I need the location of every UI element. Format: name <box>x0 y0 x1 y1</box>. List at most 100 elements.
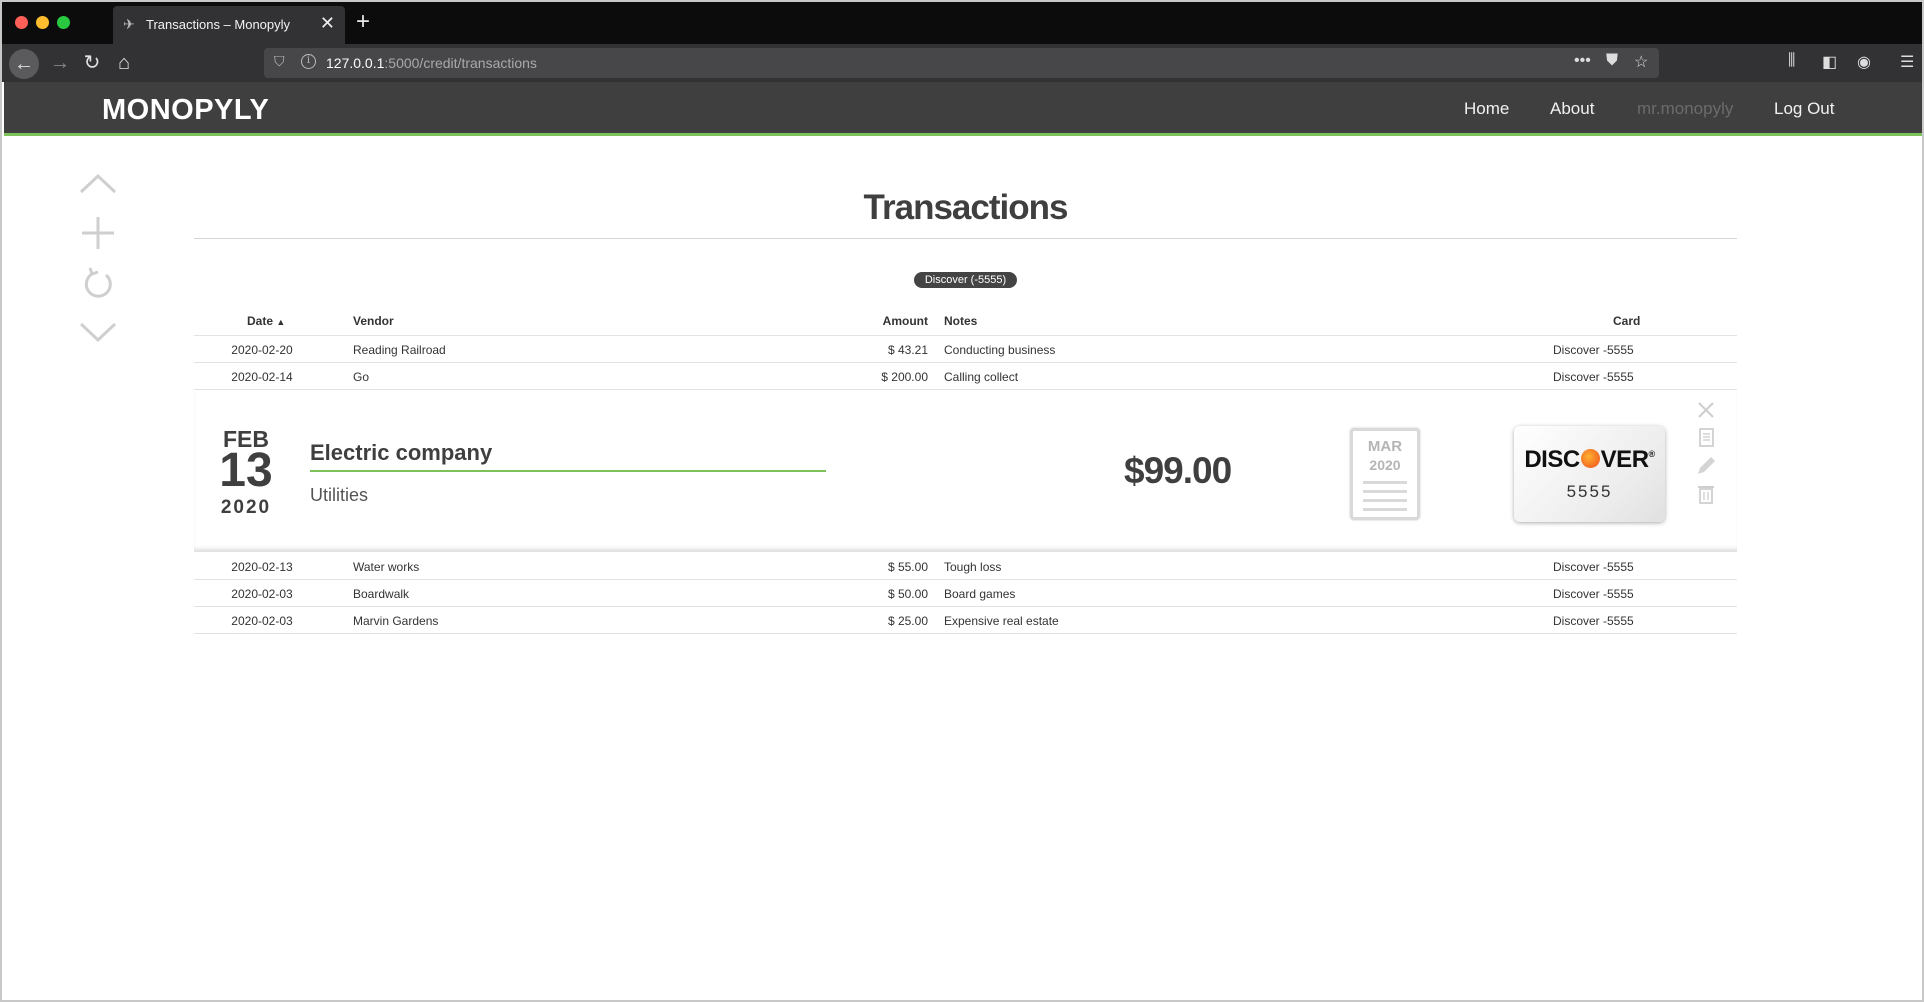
row-vendor: Water works <box>353 560 420 574</box>
column-header-amount[interactable]: Amount <box>883 314 928 328</box>
browser-window: ✈ Transactions – Monopyly ✕ + ← → ↻ ⌂ ⛉ … <box>0 0 1924 1002</box>
home-icon[interactable]: ⌂ <box>110 50 138 76</box>
browser-tab-active[interactable]: ✈ Transactions – Monopyly ✕ <box>113 6 345 44</box>
row-vendor: Boardwalk <box>353 587 410 601</box>
row-card: Discover -5555 <box>1553 370 1634 384</box>
browser-nav-bar: ← → ↻ ⌂ ⛉ i 127.0.0.1:5000/credit/transa… <box>2 44 1922 82</box>
site-info-icon[interactable]: i <box>301 54 316 69</box>
card-filter-pill[interactable]: Discover (-5555) <box>914 272 1017 288</box>
page-title: Transactions <box>863 188 1069 227</box>
row-amount: $ 43.21 <box>887 343 928 357</box>
transaction-year: 2020 <box>220 497 272 518</box>
nav-logout[interactable]: Log Out <box>1774 99 1835 119</box>
vendor-underline <box>310 470 826 472</box>
url-text[interactable]: 127.0.0.1:5000/credit/transactions <box>326 55 537 71</box>
row-date: 2020-02-14 <box>231 370 293 384</box>
registered-mark: ® <box>1648 449 1656 459</box>
discover-card-icon[interactable]: DISC VER® 5555 <box>1514 426 1665 522</box>
close-window-button[interactable] <box>15 16 28 29</box>
row-amount: $ 25.00 <box>887 614 928 628</box>
refresh-icon <box>84 267 112 298</box>
monopyly-favicon-icon: ✈ <box>123 16 135 32</box>
menu-icon[interactable]: ☰ <box>1900 52 1914 72</box>
maximize-window-button[interactable] <box>57 16 70 29</box>
row-card: Discover -5555 <box>1553 587 1634 601</box>
table-header: Date ▲ Vendor Amount Notes Card <box>194 314 1737 336</box>
scroll-down-button[interactable] <box>78 312 118 352</box>
statement-line <box>1363 481 1407 484</box>
row-date: 2020-02-03 <box>231 614 293 628</box>
chevron-down-icon <box>79 322 117 343</box>
row-amount: $ 55.00 <box>887 560 928 574</box>
app-header: MONOPYLY Home About mr.monopyly Log Out <box>4 82 1922 136</box>
row-amount: $ 50.00 <box>887 587 928 601</box>
table-row[interactable]: 2020-02-14 Go $ 200.00 Calling collect D… <box>194 363 1737 390</box>
url-bar[interactable]: ⛉ i 127.0.0.1:5000/credit/transactions •… <box>264 48 1659 78</box>
sidebar-icon[interactable]: ◧ <box>1822 52 1837 72</box>
document-icon[interactable] <box>1694 426 1718 450</box>
reload-icon[interactable]: ↻ <box>78 50 106 76</box>
chevron-up-icon <box>79 173 117 194</box>
transaction-day: 13 <box>219 444 273 497</box>
row-vendor: Reading Railroad <box>353 343 446 357</box>
statement-icon[interactable]: MAR 2020 <box>1350 428 1420 520</box>
row-notes: Board games <box>944 587 1016 601</box>
back-arrow-icon[interactable]: ← <box>9 49 39 79</box>
statement-year: 2020 <box>1369 457 1401 473</box>
account-icon[interactable]: ◉ <box>1857 52 1871 72</box>
sort-ascending-icon: ▲ <box>276 317 286 327</box>
forward-arrow-icon[interactable]: → <box>46 50 74 76</box>
row-amount: $ 200.00 <box>881 370 928 384</box>
more-actions-icon[interactable]: ••• <box>1574 52 1591 70</box>
row-notes: Expensive real estate <box>944 614 1059 628</box>
transaction-vendor: Electric company <box>310 440 493 465</box>
tracking-shield-icon[interactable]: ⛉ <box>274 53 285 70</box>
trash-icon[interactable] <box>1694 482 1718 506</box>
table-row[interactable]: 2020-02-03 Boardwalk $ 50.00 Board games… <box>194 580 1737 607</box>
statement-line <box>1363 490 1407 493</box>
library-icon[interactable]: ⫼ <box>1788 52 1795 70</box>
statement-line <box>1363 508 1407 511</box>
table-row[interactable]: 2020-02-20 Reading Railroad $ 43.21 Cond… <box>194 336 1737 363</box>
brand-logo[interactable]: MONOPYLY <box>102 94 269 127</box>
transaction-amount: $99.00 <box>1124 450 1232 491</box>
new-tab-button[interactable]: + <box>356 8 370 36</box>
transaction-category: Utilities <box>310 485 369 505</box>
row-card: Discover -5555 <box>1553 343 1634 357</box>
minimize-window-button[interactable] <box>36 16 49 29</box>
scroll-up-button[interactable] <box>78 164 118 204</box>
close-tab-icon[interactable]: ✕ <box>320 13 335 34</box>
row-card: Discover -5555 <box>1553 560 1634 574</box>
table-row[interactable]: 2020-02-03 Marvin Gardens $ 25.00 Expens… <box>194 607 1737 634</box>
card-brand: DISC VER® <box>1524 446 1656 473</box>
row-notes: Calling collect <box>944 370 1019 384</box>
column-header-notes[interactable]: Notes <box>944 314 977 328</box>
refresh-button[interactable] <box>78 263 118 303</box>
column-header-vendor[interactable]: Vendor <box>353 314 394 328</box>
row-date: 2020-02-20 <box>231 343 293 357</box>
row-notes: Tough loss <box>944 560 1002 574</box>
close-icon[interactable] <box>1694 398 1718 422</box>
column-header-date[interactable]: Date ▲ <box>247 314 285 328</box>
statement-month: MAR <box>1367 438 1403 455</box>
pencil-icon[interactable] <box>1694 454 1718 478</box>
nav-home[interactable]: Home <box>1464 99 1509 119</box>
discover-logo-circle <box>1580 449 1600 468</box>
row-card: Discover -5555 <box>1553 614 1634 628</box>
row-notes: Conducting business <box>944 343 1056 357</box>
title-divider <box>194 238 1737 239</box>
add-transaction-button[interactable] <box>78 213 118 253</box>
nav-username[interactable]: mr.monopyly <box>1637 99 1733 119</box>
row-date: 2020-02-13 <box>231 560 293 574</box>
tab-title: Transactions – Monopyly <box>146 17 291 32</box>
pocket-icon[interactable]: ⛊ <box>1606 52 1618 70</box>
expanded-transaction[interactable]: FEB 13 2020 Electric company Utilities $… <box>194 392 1737 552</box>
statement-line <box>1363 499 1407 502</box>
nav-about[interactable]: About <box>1550 99 1594 119</box>
column-header-card[interactable]: Card <box>1613 314 1640 328</box>
table-row[interactable]: 2020-02-13 Water works $ 55.00 Tough los… <box>194 553 1737 580</box>
row-date: 2020-02-03 <box>231 587 293 601</box>
bookmark-star-icon[interactable]: ☆ <box>1634 52 1648 72</box>
browser-tab-bar: ✈ Transactions – Monopyly ✕ + <box>2 2 1922 44</box>
row-vendor: Go <box>353 370 370 384</box>
